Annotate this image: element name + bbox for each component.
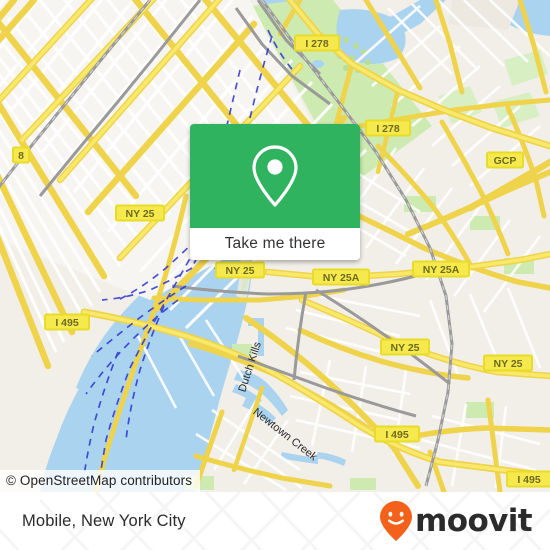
moovit-map-screenshot: I 278 I 278 GCP 8 NY 25 NY 25 NY 25A NY 25A I 49… bbox=[0, 0, 550, 550]
road-shield-label: I 495 bbox=[517, 474, 541, 486]
road-shield: NY 25 bbox=[483, 354, 533, 372]
road-shield: NY 25 bbox=[215, 261, 265, 279]
road-shield: I 278 bbox=[294, 34, 340, 52]
road-shield-label: NY 25 bbox=[391, 342, 420, 354]
road-shield: I 495 bbox=[506, 470, 550, 488]
moovit-wordmark: moovit bbox=[415, 502, 533, 539]
road-shield: NY 25 bbox=[115, 204, 165, 222]
moovit-smiling-pin-icon bbox=[380, 501, 413, 541]
road-shield: I 278 bbox=[365, 119, 411, 137]
page-footer: Mobile, New York City moovit bbox=[0, 492, 550, 550]
take-me-there-button[interactable]: Take me there bbox=[190, 228, 360, 260]
road-shield-label: NY 25 bbox=[126, 208, 155, 220]
card-header bbox=[190, 124, 360, 228]
road-shield: NY 25A bbox=[412, 260, 470, 278]
moovit-logo[interactable]: moovit bbox=[379, 500, 533, 542]
page-title: Mobile, New York City bbox=[22, 511, 186, 530]
road-shield: 8 bbox=[12, 146, 30, 164]
road-shield: NY 25 bbox=[380, 338, 430, 356]
road-shield-label: I 278 bbox=[376, 123, 400, 135]
road-shield-label: I 495 bbox=[385, 429, 409, 441]
location-card[interactable]: Take me there bbox=[190, 124, 360, 260]
road-shield-label: NY 25 bbox=[494, 358, 523, 370]
road-shield-label: GCP bbox=[494, 155, 517, 167]
road-shield-label: I 495 bbox=[55, 317, 79, 329]
road-shield-label: NY 25A bbox=[323, 272, 360, 284]
road-shield: I 495 bbox=[44, 313, 90, 331]
road-shield-label: I 278 bbox=[305, 38, 329, 50]
map-pin-icon bbox=[252, 145, 298, 207]
road-shield: I 495 bbox=[374, 425, 420, 443]
road-shield: GCP bbox=[486, 151, 524, 169]
road-shield-label: 8 bbox=[18, 150, 24, 162]
road-shield-label: NY 25A bbox=[423, 264, 460, 276]
road-shield: NY 25A bbox=[312, 268, 370, 286]
road-shield-label: NY 25 bbox=[226, 265, 255, 277]
